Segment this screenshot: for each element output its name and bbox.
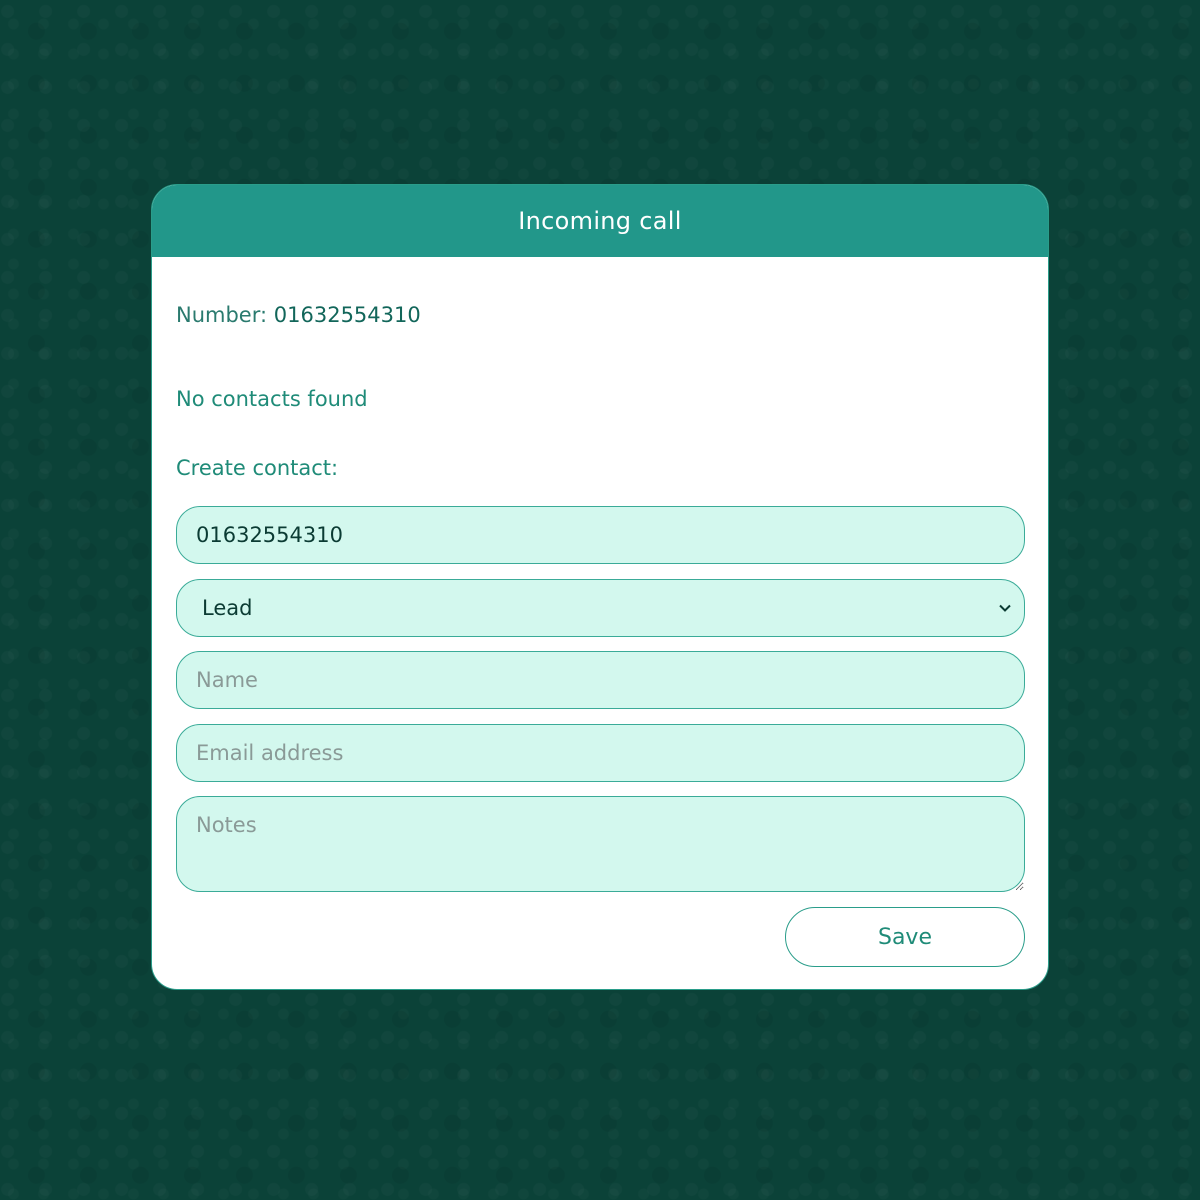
number-label: Number: <box>176 303 268 327</box>
notes-textarea[interactable] <box>176 796 1025 892</box>
dialog-title: Incoming call <box>518 207 682 235</box>
dialog-header: Incoming call <box>152 185 1048 257</box>
incoming-call-dialog: Incoming call Number: 01632554310 No con… <box>151 184 1049 990</box>
create-contact-label: Create contact: <box>176 456 339 480</box>
save-button[interactable]: Save <box>785 907 1025 967</box>
chevron-down-icon <box>998 599 1012 618</box>
email-input[interactable] <box>176 724 1025 782</box>
contact-type-select[interactable]: Lead <box>176 579 1025 637</box>
name-input[interactable] <box>176 651 1025 709</box>
caller-number-line: Number: 01632554310 <box>176 303 421 327</box>
phone-input[interactable] <box>176 506 1025 564</box>
contact-type-selected: Lead <box>202 596 253 620</box>
no-contacts-message: No contacts found <box>176 387 368 411</box>
caller-number: 01632554310 <box>273 303 421 327</box>
